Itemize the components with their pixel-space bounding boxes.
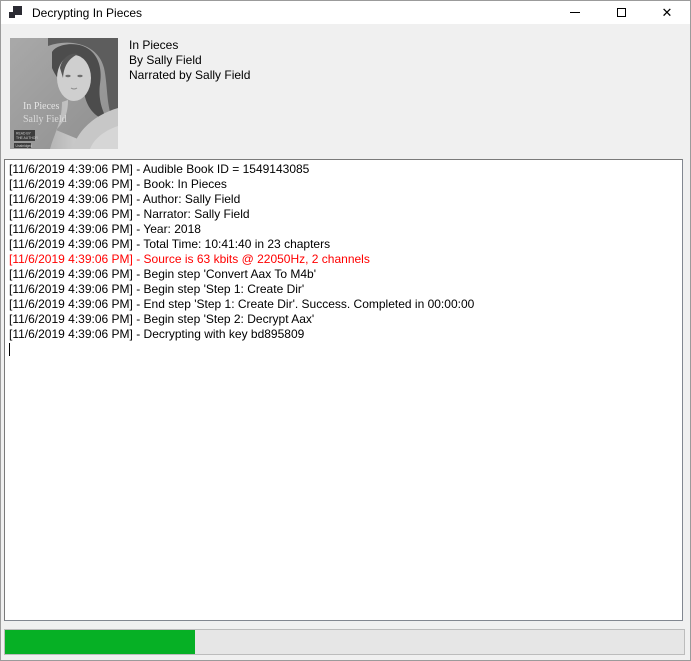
book-title-label: In Pieces: [129, 38, 250, 53]
book-cover-image: In Pieces Sally Field READ BY THE AUTHOR…: [10, 38, 118, 149]
log-line: [11/6/2019 4:39:06 PM] - Begin step 'Con…: [9, 267, 678, 282]
progress-fill: [5, 630, 195, 654]
minimize-icon: [570, 12, 580, 13]
cover-title-text: In Pieces: [23, 101, 59, 112]
log-line: [11/6/2019 4:39:06 PM] - Decrypting with…: [9, 327, 678, 342]
window-title: Decrypting In Pieces: [32, 6, 142, 20]
progress-bar: [4, 629, 685, 655]
log-line: [11/6/2019 4:39:06 PM] - Year: 2018: [9, 222, 678, 237]
cover-badge-line1: READ BY: [16, 132, 32, 136]
title-bar[interactable]: Decrypting In Pieces ✕: [1, 1, 690, 24]
caption-buttons: ✕: [552, 1, 690, 24]
cover-author-text: Sally Field: [23, 114, 67, 125]
log-line: [11/6/2019 4:39:06 PM] - Narrator: Sally…: [9, 207, 678, 222]
close-button[interactable]: ✕: [644, 1, 690, 24]
book-author-label: By Sally Field: [129, 53, 250, 68]
log-line: [11/6/2019 4:39:06 PM] - Audible Book ID…: [9, 162, 678, 177]
maximize-icon: [617, 8, 626, 17]
maximize-button[interactable]: [598, 1, 644, 24]
log-line: [11/6/2019 4:39:06 PM] - End step 'Step …: [9, 297, 678, 312]
text-caret: [9, 343, 10, 356]
log-line: [11/6/2019 4:39:06 PM] - Total Time: 10:…: [9, 237, 678, 252]
cover-badge-line2: THE AUTHOR: [16, 136, 38, 140]
minimize-button[interactable]: [552, 1, 598, 24]
log-line: [11/6/2019 4:39:06 PM] - Begin step 'Ste…: [9, 312, 678, 327]
log-line: [11/6/2019 4:39:06 PM] - Begin step 'Ste…: [9, 282, 678, 297]
book-narrator-label: Narrated by Sally Field: [129, 68, 250, 83]
log-line: [11/6/2019 4:39:06 PM] - Book: In Pieces: [9, 177, 678, 192]
log-lines: [11/6/2019 4:39:06 PM] - Audible Book ID…: [9, 162, 678, 342]
log-line: [11/6/2019 4:39:06 PM] - Source is 63 kb…: [9, 252, 678, 267]
cover-art: In Pieces Sally Field READ BY THE AUTHOR…: [10, 38, 118, 149]
book-info: In Pieces By Sally Field Narrated by Sal…: [129, 38, 250, 83]
log-line: [11/6/2019 4:39:06 PM] - Author: Sally F…: [9, 192, 678, 207]
cover-badge-line3: Unabridged: [16, 144, 33, 148]
log-textbox[interactable]: [11/6/2019 4:39:06 PM] - Audible Book ID…: [4, 159, 683, 621]
app-icon: [8, 5, 24, 21]
app-window: Decrypting In Pieces ✕: [0, 0, 691, 661]
